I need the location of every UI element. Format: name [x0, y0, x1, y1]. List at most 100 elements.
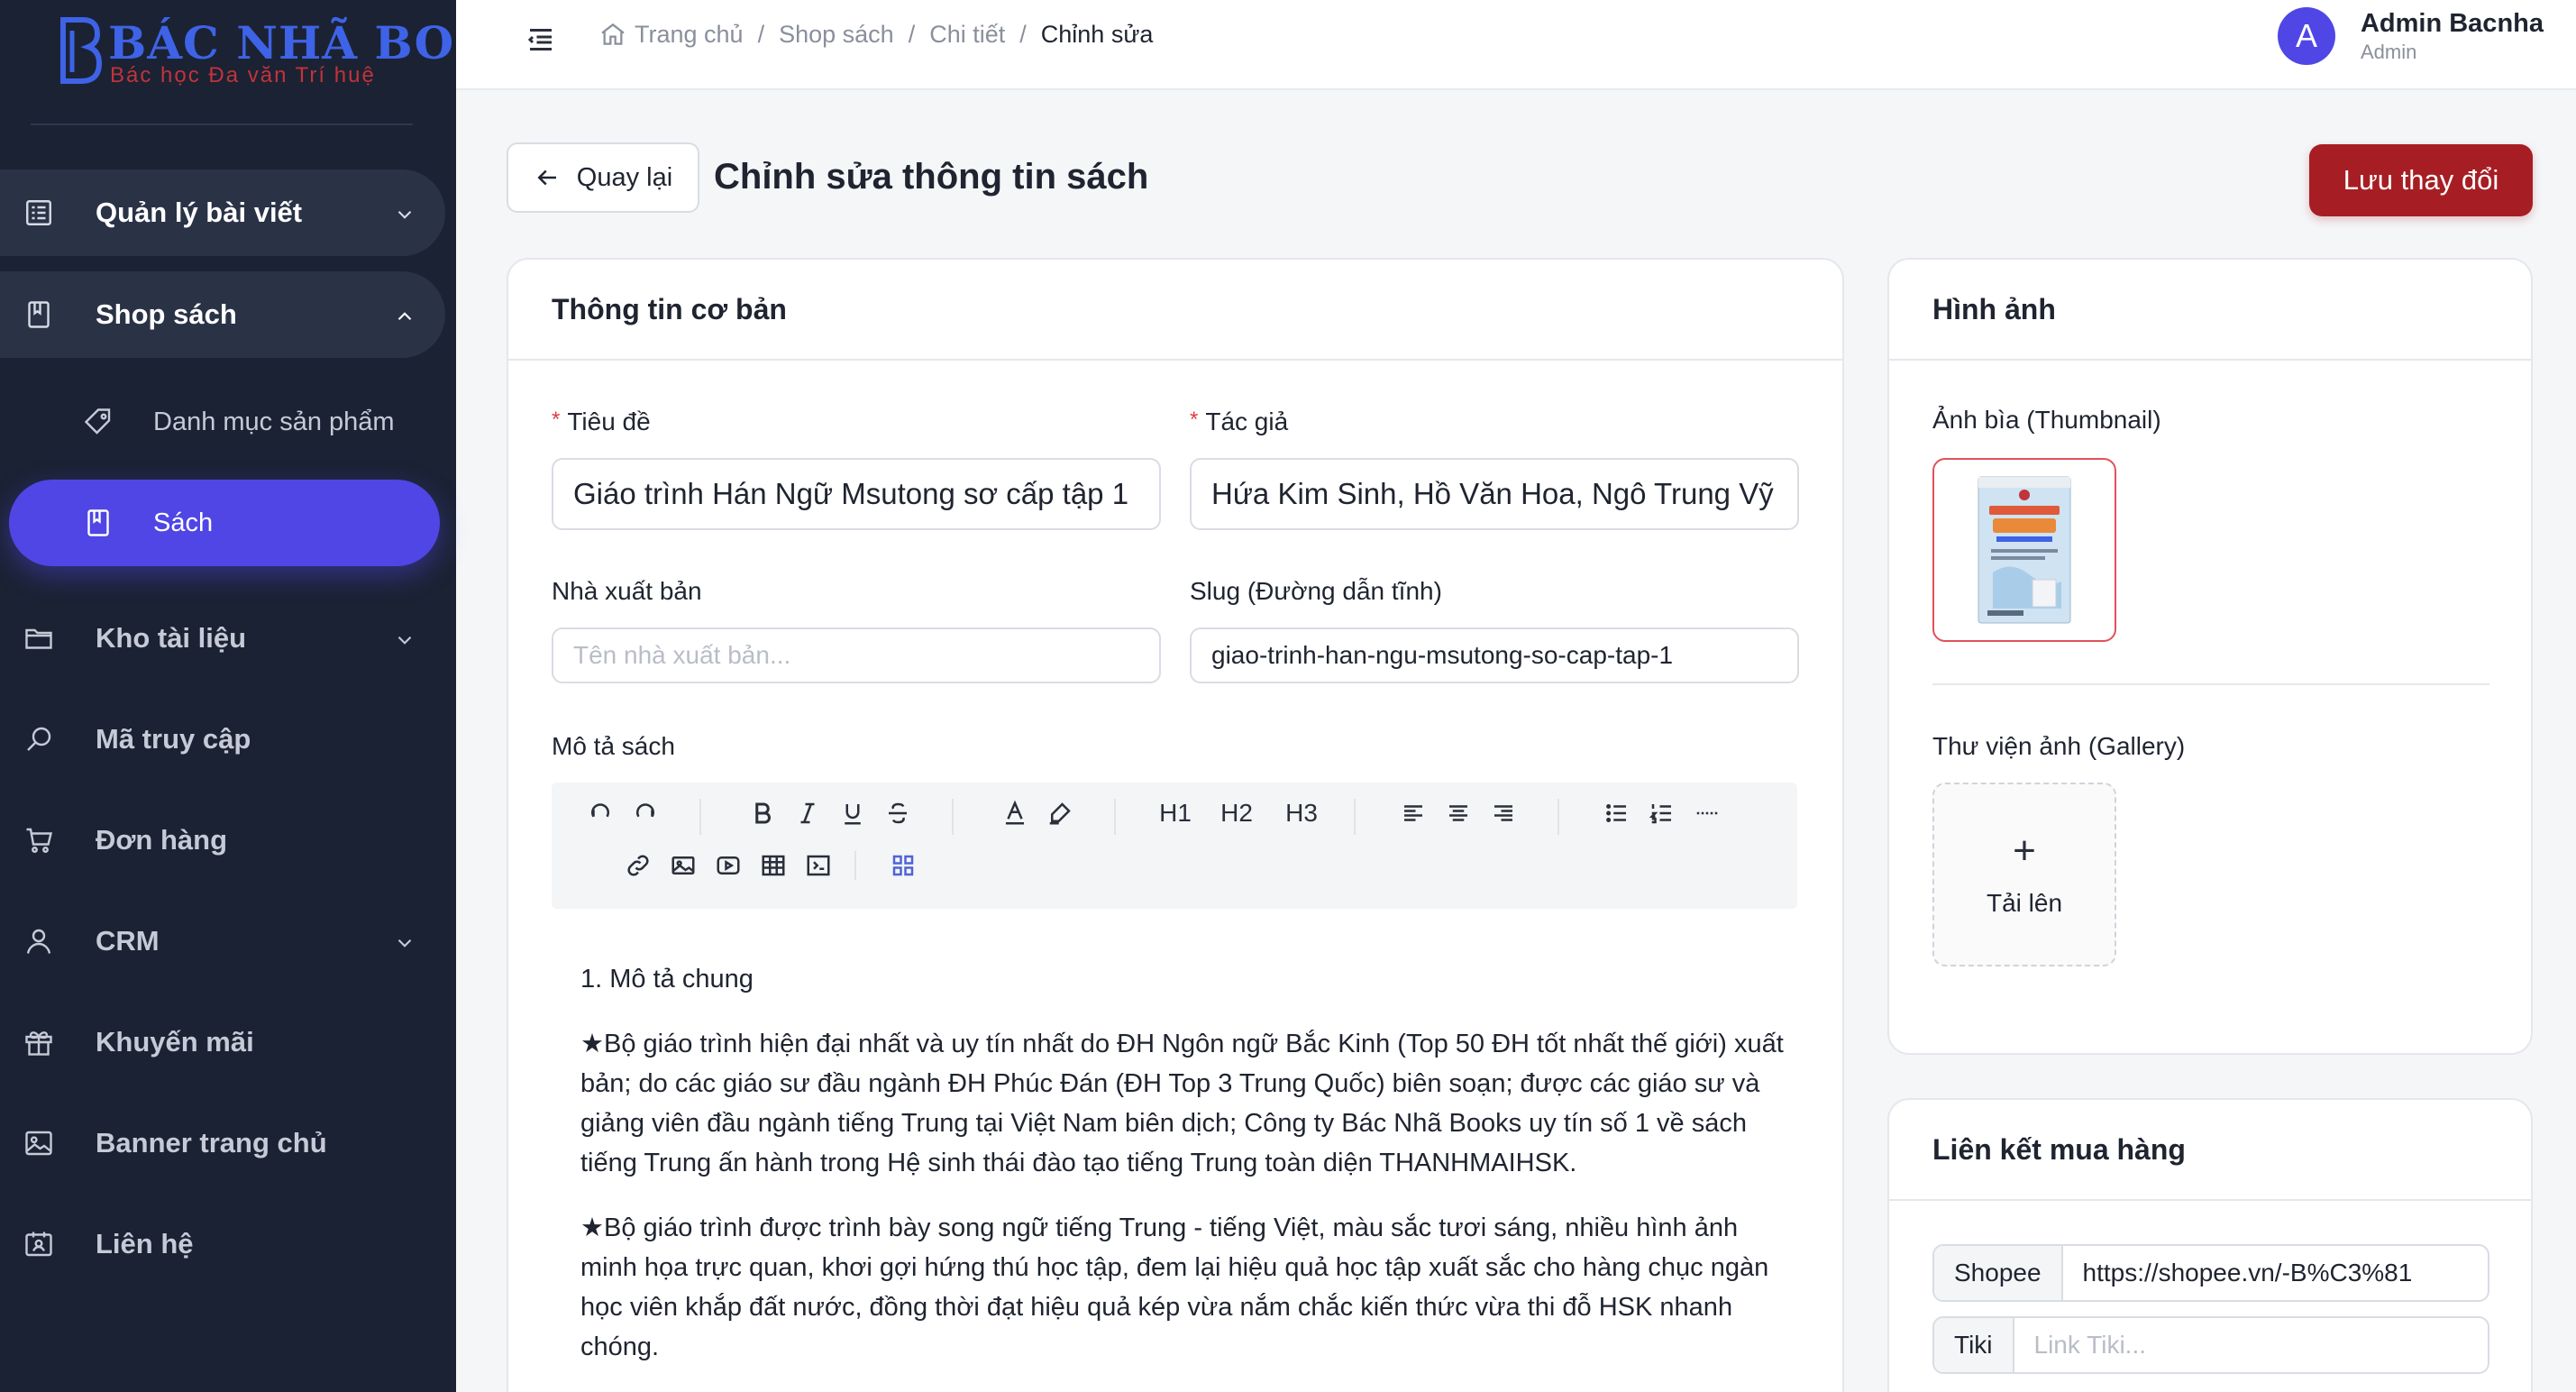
underline-button[interactable] [836, 797, 869, 829]
toolbar-separator [699, 799, 701, 835]
publisher-input[interactable]: Tên nhà xuất bản... [552, 627, 1161, 683]
highlighter-icon [1049, 802, 1071, 825]
sidebar-item-label: Shop sách [96, 298, 237, 330]
tiki-link-field[interactable]: Tiki Link Tiki... [1932, 1316, 2489, 1374]
undo-icon [591, 803, 609, 818]
chevron-down-icon [393, 201, 416, 224]
avatar[interactable]: A [2277, 7, 2335, 65]
required-mark: * [1190, 408, 1199, 432]
sidebar-item-categories[interactable]: Danh mục sản phẩm [0, 379, 456, 465]
sidebar-item-label: Banner trang chủ [96, 1127, 327, 1158]
more-tools-button[interactable] [887, 849, 919, 882]
editor-paragraph: 1. Mô tả chung [580, 965, 754, 994]
tiki-link-input[interactable]: Link Tiki... [2014, 1318, 2488, 1372]
align-left-button[interactable] [1397, 797, 1430, 829]
toolbar-separator [854, 851, 856, 880]
table-icon [762, 855, 785, 876]
horizontal-rule-icon [1696, 811, 1718, 815]
sidebar-item-label: Danh mục sản phẩm [153, 407, 395, 436]
logo-mark-icon [60, 17, 103, 84]
heading-2-button[interactable]: H2 [1215, 797, 1258, 829]
breadcrumb-shop[interactable]: Shop sách [779, 21, 894, 49]
slug-input[interactable]: giao-trinh-han-ngu-msutong-so-cap-tap-1 [1190, 627, 1799, 683]
image-icon [671, 856, 695, 875]
redo-button[interactable] [629, 797, 662, 829]
brand-logo[interactable]: BÁC NHÃ BOOKS Bác học Đa văn Trí huệ [52, 9, 567, 90]
editor-toolbar: H1 H2 H3 [552, 783, 1797, 909]
user-name: Admin Bacnha [2360, 8, 2544, 38]
shopee-link-field[interactable]: Shopee https://shopee.vn/-B%C3%81 [1932, 1244, 2489, 1302]
list-icon [22, 196, 56, 230]
sidebar-item-books[interactable]: Sách [9, 480, 440, 566]
publisher-label: Nhà xuất bản [552, 577, 702, 605]
tag-icon [81, 405, 115, 439]
author-input[interactable]: Hứa Kim Sinh, Hồ Văn Hoa, Ngô Trung Vỹ [1190, 458, 1799, 530]
arrow-left-icon [537, 169, 556, 186]
sidebar-item-posts[interactable]: Quản lý bài viết [0, 169, 445, 256]
brand-tagline: Bác học Đa văn Trí huệ [110, 63, 376, 87]
slug-label: Slug (Đường dẫn tĩnh) [1190, 577, 1442, 605]
image-icon [22, 1126, 56, 1160]
back-button[interactable]: Quay lại [507, 142, 699, 213]
bullet-list-button[interactable] [1601, 797, 1633, 829]
sidebar-item-contact[interactable]: Liên hệ [0, 1201, 445, 1287]
menu-toggle-button[interactable] [519, 18, 562, 61]
upload-label: Tải lên [1986, 889, 2063, 917]
insert-video-button[interactable] [712, 849, 744, 882]
strikethrough-icon [889, 802, 907, 824]
italic-button[interactable] [791, 797, 824, 829]
gallery-upload-button[interactable]: + Tải lên [1932, 783, 2116, 966]
sidebar-item-label: Liên hệ [96, 1228, 194, 1259]
sidebar-item-label: Quản lý bài viết [96, 197, 303, 228]
insert-image-button[interactable] [667, 849, 699, 882]
title-label: * Tiêu đề [552, 408, 651, 435]
code-block-button[interactable] [802, 849, 835, 882]
user-menu[interactable]: A Admin Bacnha Admin [2277, 4, 2544, 69]
chevron-up-icon [393, 303, 416, 326]
link-button[interactable] [622, 849, 654, 882]
strikethrough-button[interactable] [882, 797, 914, 829]
breadcrumb-detail[interactable]: Chi tiết [929, 21, 1005, 49]
ordered-list-button[interactable] [1646, 797, 1678, 829]
align-center-icon [1449, 805, 1467, 821]
breadcrumb-home[interactable]: Trang chủ [635, 21, 744, 49]
sidebar-item-orders[interactable]: Đơn hàng [0, 797, 445, 884]
sidebar-item-banners[interactable]: Banner trang chủ [0, 1100, 445, 1186]
title-input[interactable]: Giáo trình Hán Ngữ Msutong sơ cấp tập 1 [552, 458, 1161, 530]
bullet-list-icon [1606, 804, 1626, 822]
sidebar-item-label: Đơn hàng [96, 824, 228, 856]
sidebar-item-documents[interactable]: Kho tài liệu [0, 595, 445, 682]
align-center-button[interactable] [1442, 797, 1475, 829]
description-editor[interactable]: 1. Mô tả chung ★Bộ giáo trình hiện đại n… [580, 959, 1788, 1392]
user-icon [22, 924, 56, 958]
font-color-button[interactable] [999, 797, 1031, 829]
chevron-down-icon [393, 627, 416, 650]
undo-button[interactable] [584, 797, 617, 829]
user-role: Admin [2360, 40, 2417, 63]
insert-table-button[interactable] [757, 849, 790, 882]
align-right-button[interactable] [1487, 797, 1520, 829]
folder-icon [22, 621, 56, 655]
ordered-list-icon [1649, 804, 1671, 824]
horizontal-rule-button[interactable] [1691, 797, 1723, 829]
sidebar-item-promotions[interactable]: Khuyến mãi [0, 999, 445, 1085]
heading-3-button[interactable]: H3 [1280, 797, 1323, 829]
sidebar-item-access-codes[interactable]: Mã truy cập [0, 696, 445, 783]
gallery-label: Thư viện ảnh (Gallery) [1932, 732, 2186, 760]
thumbnail-image[interactable] [1932, 458, 2116, 642]
bold-button[interactable] [746, 797, 779, 829]
sidebar-item-crm[interactable]: CRM [0, 898, 445, 984]
sidebar-item-shop[interactable]: Shop sách [0, 271, 445, 358]
highlight-button[interactable] [1044, 797, 1076, 829]
sidebar-item-label: Khuyến mãi [96, 1026, 254, 1058]
images-card: Hình ảnh Ảnh bìa (Thumbnail) Thư viện ản… [1887, 258, 2533, 1055]
shopee-link-input[interactable]: https://shopee.vn/-B%C3%81 [2063, 1246, 2488, 1300]
italic-icon [800, 802, 815, 824]
align-right-icon [1494, 805, 1512, 821]
sidebar: BÁC NHÃ BOOKS Bác học Đa văn Trí huệ Quả… [0, 0, 567, 1392]
breadcrumb: Trang chủ / Shop sách / Chi tiết / Chỉnh… [598, 18, 1153, 50]
required-mark: * [552, 408, 561, 432]
heading-1-button[interactable]: H1 [1154, 797, 1197, 829]
save-button[interactable]: Lưu thay đổi [2309, 144, 2533, 216]
sidebar-item-label: Sách [153, 508, 214, 537]
